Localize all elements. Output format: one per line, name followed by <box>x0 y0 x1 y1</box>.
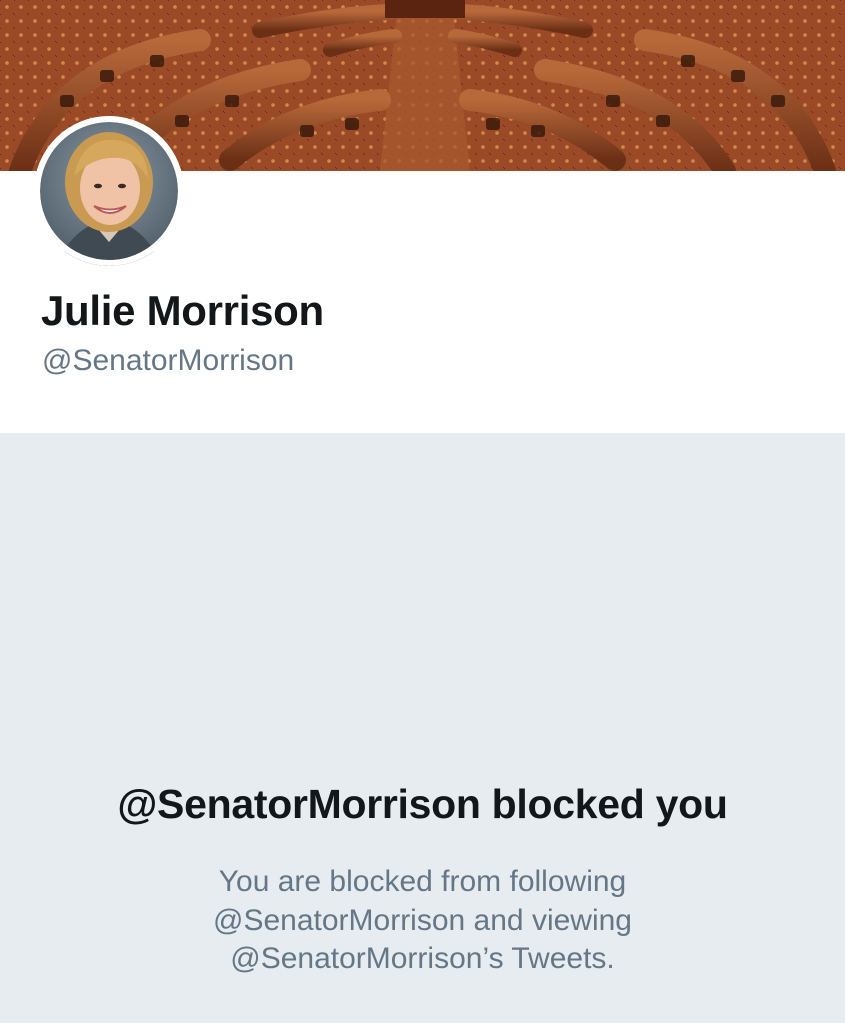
profile-screen: Julie Morrison @SenatorMorrison @Senator… <box>0 0 845 1023</box>
blocked-title: @SenatorMorrison blocked you <box>117 781 728 827</box>
blocked-notice-panel: @SenatorMorrison blocked you You are blo… <box>0 433 845 1023</box>
avatar-photo <box>34 116 184 266</box>
blocked-description: You are blocked from following @SenatorM… <box>213 865 632 975</box>
display-name: Julie Morrison <box>41 287 324 334</box>
user-handle: @SenatorMorrison <box>42 344 295 377</box>
profile-avatar[interactable] <box>34 116 184 266</box>
